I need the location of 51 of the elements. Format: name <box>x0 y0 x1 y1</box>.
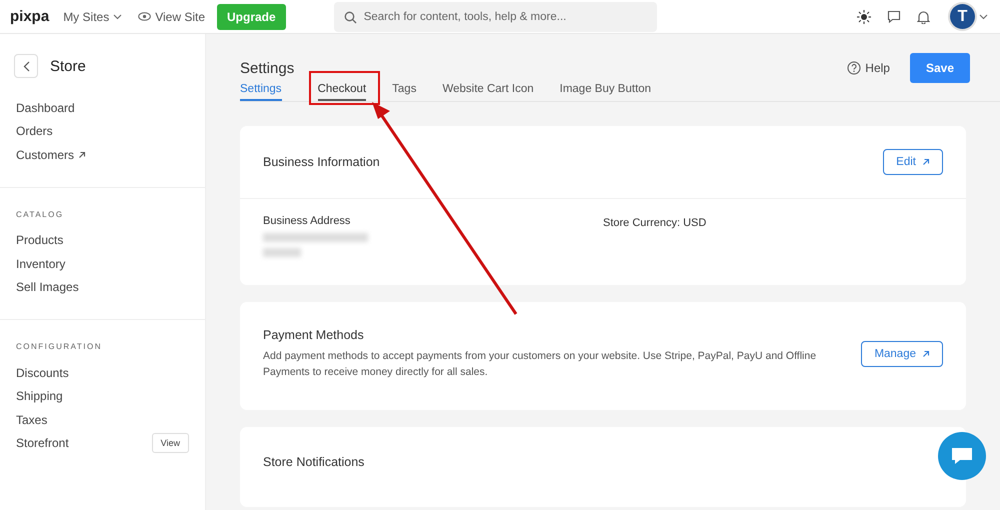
chat-icon[interactable] <box>887 10 901 23</box>
tab[interactable]: Image Buy Button <box>560 79 652 101</box>
search-icon <box>344 10 357 24</box>
chevron-left-icon <box>22 60 30 72</box>
card-title: Business Information <box>263 155 380 169</box>
card-title: Payment Methods <box>263 328 365 342</box>
sidebar-item[interactable]: Discounts <box>16 366 69 380</box>
avatar-button[interactable]: T <box>950 4 975 29</box>
section-heading: CONFIGURATION <box>16 342 104 351</box>
external-link-icon <box>922 158 930 166</box>
card-description: Add payment methods to accept payments from your customers on your website. Use Stripe, PayPal, PayU and Offline Payments to receive money directly for all sales. <box>263 349 818 380</box>
blurred-text <box>263 248 301 257</box>
view-button[interactable]: View <box>152 433 189 454</box>
help-icon <box>847 61 862 75</box>
logo[interactable]: pixpa <box>10 8 50 25</box>
manage-button[interactable]: Manage <box>861 341 943 367</box>
bell-icon[interactable] <box>917 10 930 24</box>
sun-icon[interactable] <box>857 10 871 24</box>
sidebar-item[interactable]: Dashboard <box>16 100 75 115</box>
eye-icon <box>138 12 152 21</box>
sidebar-item[interactable]: Orders <box>16 124 53 138</box>
tab[interactable]: Website Cart Icon <box>442 79 534 101</box>
tab[interactable]: Tags <box>392 79 416 101</box>
address-label: Business Address <box>263 215 352 227</box>
view-site-link[interactable]: View Site <box>138 10 206 24</box>
sidebar-item[interactable]: Shipping <box>16 389 63 404</box>
external-link-icon <box>922 350 930 358</box>
chevron-down-icon[interactable] <box>979 14 988 20</box>
search-field[interactable]: Search for content, tools, help & more... <box>334 2 657 32</box>
help-button[interactable]: Help <box>841 60 896 76</box>
card-title: Store Notifications <box>263 455 366 469</box>
sidebar-item[interactable]: Storefront <box>16 436 69 450</box>
chat-icon <box>951 446 973 466</box>
save-button[interactable]: Save <box>910 53 970 83</box>
sidebar-item[interactable]: Customers <box>16 148 86 162</box>
sidebar-title: Store <box>50 58 86 74</box>
tab[interactable]: Settings <box>240 79 282 101</box>
tab[interactable]: Checkout <box>318 79 366 101</box>
sidebar-item[interactable]: Products <box>16 233 64 248</box>
currency-text: Store Currency: USD <box>603 216 708 231</box>
sidebar-item[interactable]: Sell Images <box>16 280 79 294</box>
chat-button[interactable] <box>938 432 986 480</box>
page-title: Settings <box>240 60 296 76</box>
edit-button[interactable]: Edit <box>883 149 943 175</box>
sidebar-item[interactable]: Inventory <box>16 256 66 271</box>
back-button[interactable] <box>14 54 38 78</box>
section-heading: CATALOG <box>16 210 65 218</box>
chevron-down-icon <box>113 14 122 20</box>
external-link-icon <box>78 150 86 159</box>
sidebar-item[interactable]: Taxes <box>16 412 48 427</box>
my-sites-menu[interactable]: My Sites <box>63 10 122 24</box>
